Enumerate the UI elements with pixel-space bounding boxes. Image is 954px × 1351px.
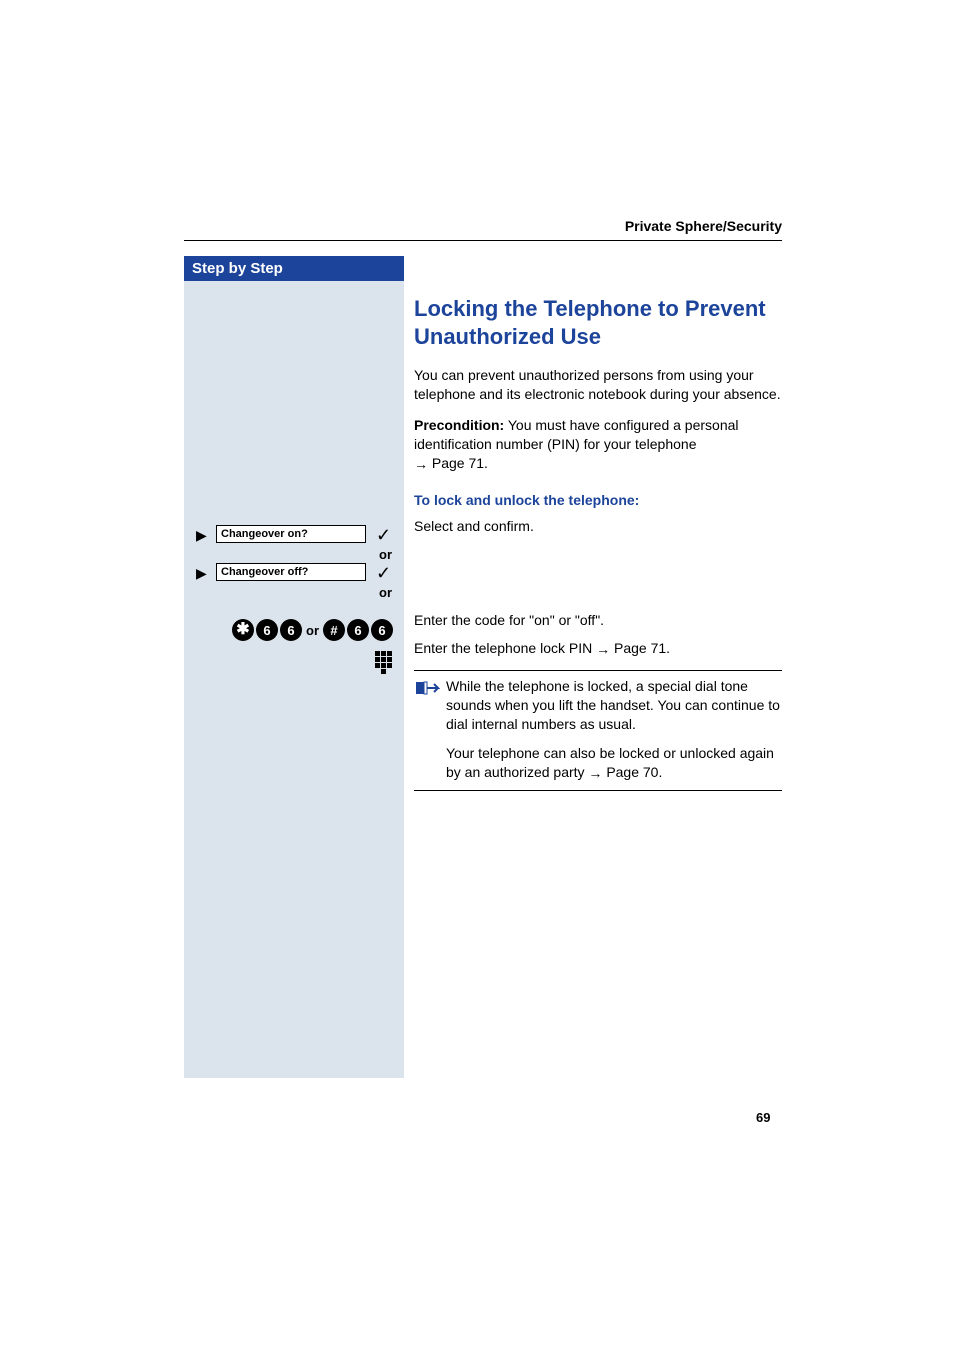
sidebar-title: Step by Step [184, 256, 404, 281]
precondition-text: Precondition: You must have configured a… [414, 416, 782, 473]
note1-text: While the telephone is locked, a special… [446, 677, 782, 734]
confirm-check-icon: ✓ [376, 525, 391, 546]
note-row-1: While the telephone is locked, a special… [414, 677, 782, 734]
display-changeover-on: Changeover on? [216, 525, 366, 543]
page-number: 69 [756, 1110, 770, 1125]
display-changeover-off: Changeover off? [216, 563, 366, 581]
arrow-right-icon: → [596, 641, 610, 657]
arrow-right-icon: → [588, 764, 602, 783]
select-confirm-text: Select and confirm. [414, 518, 782, 534]
note-row-2: Your telephone can also be locked or unl… [414, 744, 782, 782]
header-rule [184, 240, 782, 241]
subheading: To lock and unlock the telephone: [414, 492, 782, 508]
six-key-icon: 6 [347, 619, 369, 641]
hash-key-icon: # [323, 619, 345, 641]
note2-text: Your telephone can also be locked or unl… [446, 744, 782, 782]
star-key-icon: ✱ [232, 619, 254, 641]
step-by-step-sidebar: Step by Step ▶ Changeover on? ✓ or ▶ Cha… [184, 256, 404, 1078]
enter-pin-text: Enter the telephone lock PIN → Page 71. [414, 640, 782, 656]
arrow-right-icon: → [414, 455, 428, 474]
or-label-1: or [379, 547, 392, 562]
six-key-icon: 6 [371, 619, 393, 641]
note-box: While the telephone is locked, a special… [414, 670, 782, 790]
keypad-icon [375, 651, 392, 674]
note-book-icon [414, 679, 446, 702]
precondition-label: Precondition: [414, 417, 504, 433]
confirm-check-icon: ✓ [376, 563, 391, 584]
page-title: Locking the Telephone to Prevent Unautho… [414, 295, 782, 350]
or-inline: or [306, 623, 319, 638]
main-content: Locking the Telephone to Prevent Unautho… [414, 295, 782, 791]
enter-pin-body: Enter the telephone lock PIN [414, 640, 596, 656]
note2-page-ref[interactable]: Page 70. [606, 764, 662, 780]
enter-pin-page-ref[interactable]: Page 71. [614, 640, 670, 656]
six-key-icon: 6 [280, 619, 302, 641]
header-section-title: Private Sphere/Security [625, 218, 782, 234]
six-key-icon: 6 [256, 619, 278, 641]
menu-arrow-icon: ▶ [196, 527, 207, 544]
precondition-page-ref[interactable]: Page 71. [432, 455, 488, 471]
menu-arrow-icon: ▶ [196, 565, 207, 582]
intro-text: You can prevent unauthorized persons fro… [414, 366, 782, 404]
enter-code-text: Enter the code for "on" or "off". [414, 612, 782, 628]
key-code-row: ✱66or#66 [214, 619, 394, 641]
or-label-2: or [379, 585, 392, 600]
